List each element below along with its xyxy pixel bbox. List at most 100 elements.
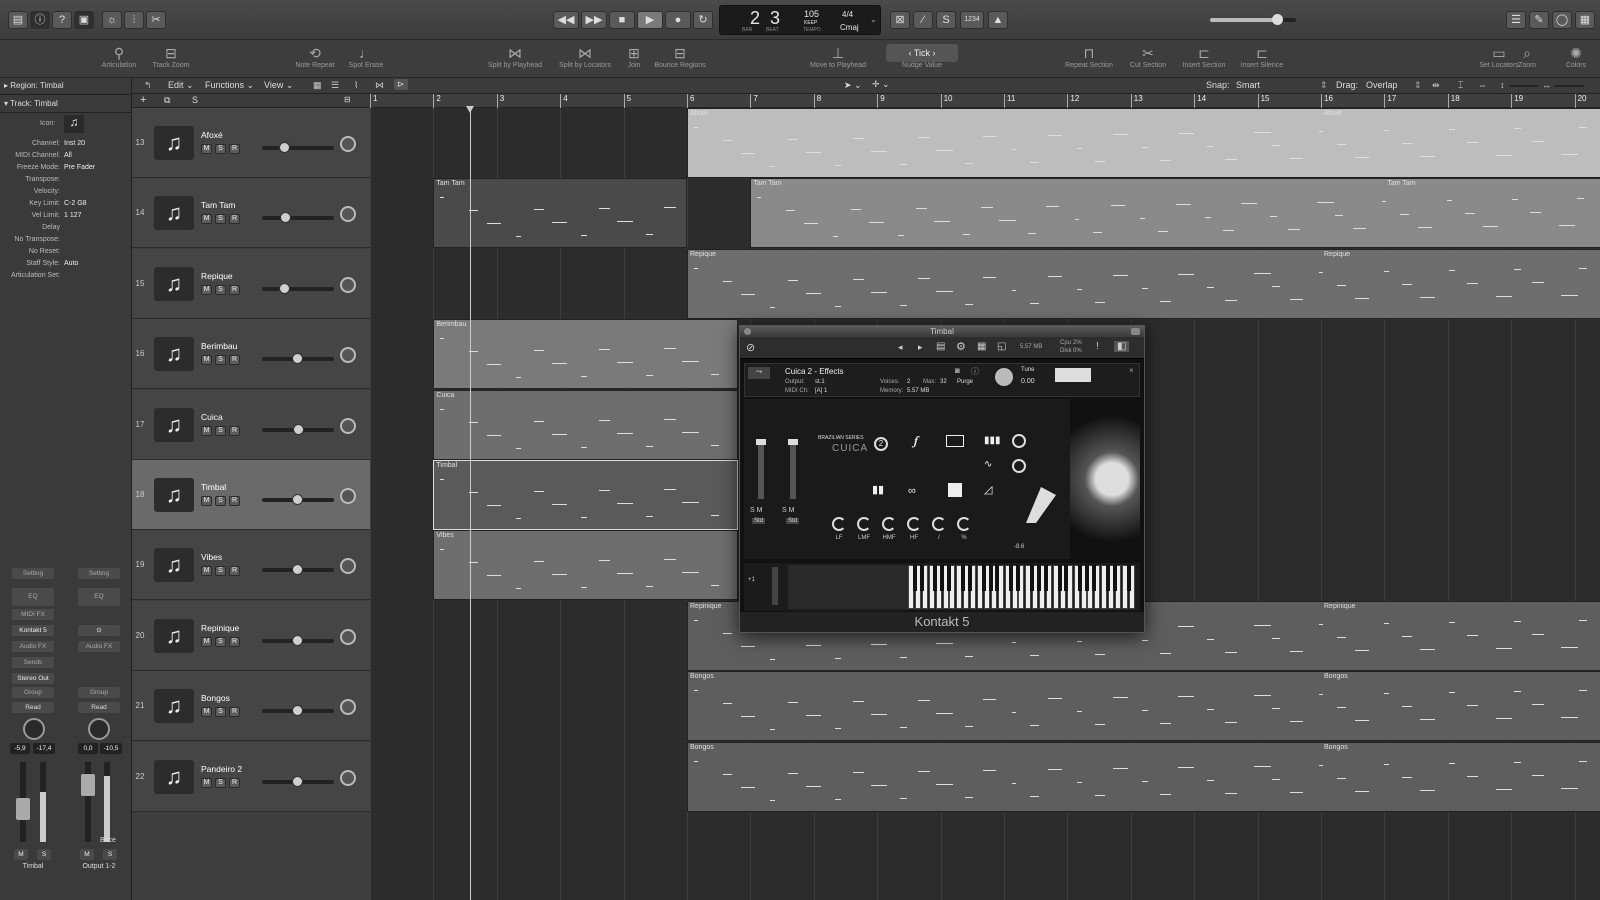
- volume-knob[interactable]: [292, 705, 303, 717]
- black-key[interactable]: [1105, 565, 1110, 591]
- library-icon[interactable]: ▤: [8, 11, 28, 29]
- track-name[interactable]: Timbal: [201, 482, 226, 492]
- fit-horizontal-icon[interactable]: ⇔: [1478, 80, 1487, 90]
- waveform-icon[interactable]: ∿: [984, 459, 992, 470]
- automation-mode-button[interactable]: Read: [78, 702, 120, 713]
- browsers-icon[interactable]: ▦: [1575, 11, 1595, 29]
- link-icon[interactable]: ⊙: [78, 625, 120, 636]
- colors-tool[interactable]: ✺ Colors: [1556, 44, 1596, 69]
- volume-slider[interactable]: [262, 705, 334, 717]
- horizontal-zoom-slider[interactable]: [1554, 85, 1584, 87]
- solo-button[interactable]: S: [215, 355, 226, 366]
- save-icon[interactable]: ▤: [936, 341, 945, 352]
- bar-ruler[interactable]: 1 2 3 4 5 6 7 8 9 10 11 12 13 14 15 16 17 18 19 20: [370, 94, 1600, 108]
- vertical-zoom-slider[interactable]: [1510, 85, 1538, 87]
- volume-slider[interactable]: [262, 494, 334, 505]
- black-key[interactable]: [1092, 565, 1096, 591]
- toolbar-icon[interactable]: ▣: [74, 11, 94, 29]
- track-header[interactable]: ▾ Track: Timbal: [4, 99, 58, 108]
- black-key[interactable]: [933, 565, 938, 591]
- music-note-icon[interactable]: ♫: [154, 618, 194, 653]
- midi-region[interactable]: Bongos Bongos: [687, 671, 1600, 742]
- eq-button[interactable]: EQ: [78, 588, 120, 606]
- track-header[interactable]: 13 ♫ Afoxé M S R: [132, 108, 370, 178]
- instrument-icon[interactable]: ⤳: [748, 367, 770, 379]
- help-icon[interactable]: ?: [52, 11, 72, 29]
- purge-button[interactable]: Purge: [957, 379, 973, 385]
- midi-region[interactable]: Timbal: [433, 460, 738, 530]
- mute-button[interactable]: M: [201, 214, 212, 225]
- fader[interactable]: [756, 439, 766, 499]
- setting-button[interactable]: Setting: [12, 568, 54, 579]
- move-to-playhead-tool[interactable]: ⊥ Move to Playhead: [803, 44, 873, 69]
- keyboard-keys[interactable]: [908, 565, 1136, 609]
- play-button[interactable]: ▶: [637, 11, 663, 29]
- black-key[interactable]: [1064, 565, 1069, 591]
- track-icon-picker[interactable]: ♫: [64, 115, 84, 133]
- music-note-icon[interactable]: ♫: [154, 689, 194, 724]
- black-key[interactable]: [947, 565, 952, 591]
- track-header[interactable]: 20 ♫ Repinique M S R: [132, 600, 370, 671]
- group-button[interactable]: Group: [78, 687, 120, 698]
- eq-knob[interactable]: [907, 517, 921, 531]
- black-key[interactable]: [981, 565, 986, 591]
- midi-region[interactable]: Bongos Bongos: [687, 741, 1600, 812]
- track-name[interactable]: Afoxé: [201, 130, 223, 140]
- grid-view-icon[interactable]: ▦: [313, 80, 322, 91]
- midi-region[interactable]: Berimbau: [433, 319, 738, 390]
- view-menu[interactable]: View ⌄: [264, 80, 293, 91]
- record-enable-button[interactable]: R: [229, 496, 240, 506]
- stop-button[interactable]: ■: [609, 11, 635, 29]
- inspector-param[interactable]: Freeze Mode: Pre Fader: [0, 164, 132, 176]
- instrument-name[interactable]: Cuica 2 - Effects: [785, 367, 844, 376]
- inspector-param[interactable]: MIDI Channel: All: [0, 152, 132, 164]
- solo-button[interactable]: S: [215, 636, 226, 647]
- add-track-icon[interactable]: +: [140, 94, 146, 106]
- track-name[interactable]: Berimbau: [201, 341, 237, 351]
- track-name[interactable]: Repinique: [201, 623, 239, 633]
- record-enable-button[interactable]: R: [229, 636, 240, 647]
- solo-button[interactable]: S: [215, 284, 226, 295]
- eq-knob[interactable]: [932, 517, 946, 531]
- midi-region[interactable]: Vibes: [433, 530, 738, 601]
- volume-knob[interactable]: [280, 212, 291, 224]
- warning-icon[interactable]: !: [1096, 341, 1099, 352]
- track-header[interactable]: 17 ♫ Cuica M S R: [132, 389, 370, 460]
- solo-button[interactable]: S: [37, 849, 51, 860]
- pan-knob[interactable]: [340, 628, 356, 645]
- volume-knob[interactable]: [279, 282, 290, 294]
- fader-cap[interactable]: [756, 439, 766, 445]
- inspector-param[interactable]: Transpose:: [0, 176, 132, 188]
- black-key[interactable]: [960, 565, 965, 591]
- track-name[interactable]: Vibes: [201, 552, 222, 562]
- lcd-display[interactable]: 2 3 BAR BEAT 105 KEEP TEMPO 4/4 Cmaj ⌄: [719, 5, 881, 35]
- count-in-button[interactable]: 1234: [960, 11, 984, 29]
- fader-track[interactable]: [16, 762, 30, 842]
- inspector-param[interactable]: Vel Limit: 1 127: [0, 212, 132, 224]
- chevron-updown-icon[interactable]: ⇕: [1414, 80, 1422, 91]
- editors-icon[interactable]: ✂: [146, 11, 166, 29]
- mute-button[interactable]: M: [201, 636, 212, 647]
- chevron-right-icon[interactable]: ▸: [918, 342, 923, 353]
- volume-slider[interactable]: [262, 282, 334, 294]
- bars-icon[interactable]: ▮▮: [872, 483, 884, 496]
- loop-browser-icon[interactable]: ◯: [1552, 11, 1572, 29]
- track-header[interactable]: 18 ♫ Timbal M S R: [132, 460, 370, 530]
- fit-vertical-icon[interactable]: ⌶: [1458, 80, 1463, 91]
- catch-icon[interactable]: ⊳: [394, 79, 408, 90]
- eq-button[interactable]: EQ: [12, 588, 54, 606]
- music-note-icon[interactable]: ♫: [154, 478, 194, 512]
- midi-region[interactable]: Afoxé Afoxé: [687, 108, 1600, 178]
- solo-button[interactable]: S: [215, 214, 226, 225]
- black-key[interactable]: [912, 565, 917, 591]
- reverb-knob[interactable]: [1012, 434, 1026, 448]
- metronome-icon[interactable]: ▲: [988, 11, 1008, 29]
- black-key[interactable]: [1057, 565, 1062, 591]
- duplicate-track-icon[interactable]: ⧉: [164, 95, 170, 106]
- chevron-down-icon[interactable]: ⌄: [870, 15, 877, 24]
- close-icon[interactable]: ×: [1129, 366, 1134, 375]
- inspector-param[interactable]: Key Limit: C-2 G8: [0, 200, 132, 212]
- cycle-button[interactable]: ↻: [693, 11, 713, 29]
- close-icon[interactable]: [744, 328, 751, 335]
- volume-slider[interactable]: [262, 423, 334, 435]
